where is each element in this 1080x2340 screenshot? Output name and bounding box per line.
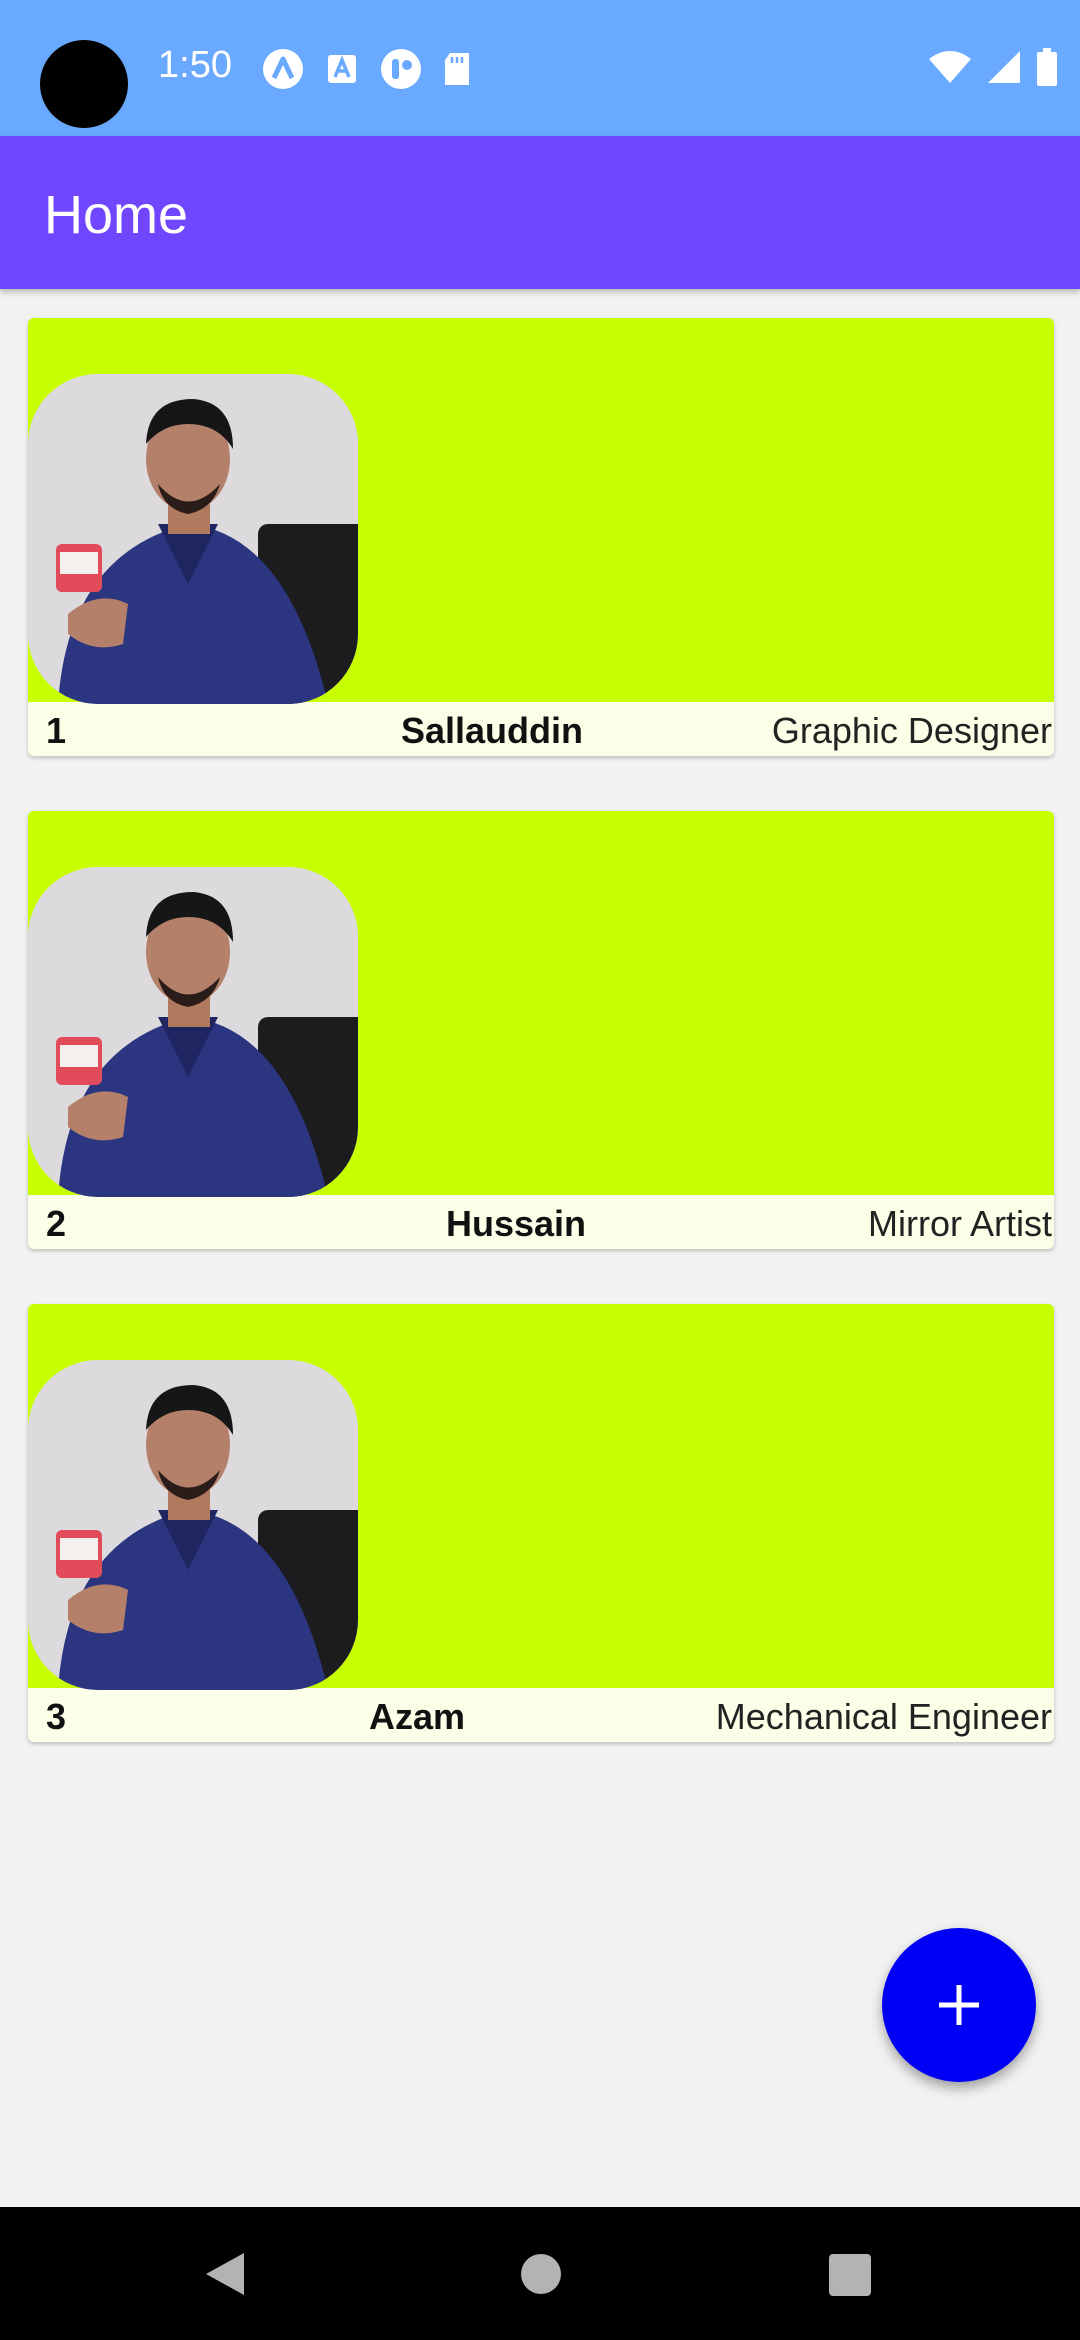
avatar	[28, 374, 358, 704]
system-icons	[928, 48, 1058, 86]
employee-name: Sallauddin	[401, 710, 584, 751]
employee-card[interactable]: 3 Azam Mechanical Engineer	[28, 1304, 1054, 1742]
sd-card-icon	[445, 53, 469, 85]
person-photo	[28, 867, 358, 1197]
home-icon[interactable]	[520, 2253, 562, 2295]
plus-icon	[939, 1985, 979, 2025]
card-footer: 2 Hussain Mirror Artist	[28, 1195, 1054, 1249]
card-number: 3	[46, 1696, 67, 1737]
status-bar: 1:50	[0, 0, 1080, 136]
employee-card[interactable]: 1 Sallauddin Graphic Designer	[28, 318, 1054, 756]
avatar	[28, 867, 358, 1197]
back-icon[interactable]	[202, 2251, 248, 2297]
employee-role: Mirror Artist	[868, 1203, 1052, 1244]
font-a-icon	[328, 55, 356, 83]
card-footer: 3 Azam Mechanical Engineer	[28, 1688, 1054, 1742]
app-bar: Home	[0, 136, 1080, 289]
employee-card[interactable]: 2 Hussain Mirror Artist	[28, 811, 1054, 1249]
employee-role: Graphic Designer	[771, 710, 1052, 751]
a-logo-icon	[263, 49, 303, 89]
person-photo	[28, 374, 358, 704]
card-number: 2	[46, 1203, 67, 1244]
battery-icon	[1037, 48, 1057, 86]
notification-icons	[262, 48, 472, 90]
card-header-area	[28, 318, 1054, 704]
card-number: 1	[46, 710, 67, 751]
employee-role: Mechanical Engineer	[715, 1696, 1052, 1737]
employee-name: Hussain	[446, 1203, 587, 1244]
recents-icon[interactable]	[829, 2254, 871, 2296]
add-button[interactable]	[882, 1928, 1036, 2082]
wifi-icon	[929, 51, 971, 83]
signal-icon	[988, 51, 1020, 83]
camera-cutout	[40, 40, 128, 128]
card-header-area	[28, 1304, 1054, 1690]
person-photo	[28, 1360, 358, 1690]
employee-name: Azam	[369, 1696, 466, 1737]
page-title: Home	[44, 185, 189, 245]
pill-icon	[381, 49, 421, 89]
card-footer: 1 Sallauddin Graphic Designer	[28, 702, 1054, 756]
navigation-bar	[0, 2207, 1080, 2340]
avatar	[28, 1360, 358, 1690]
status-time: 1:50	[158, 44, 232, 86]
card-header-area	[28, 811, 1054, 1197]
